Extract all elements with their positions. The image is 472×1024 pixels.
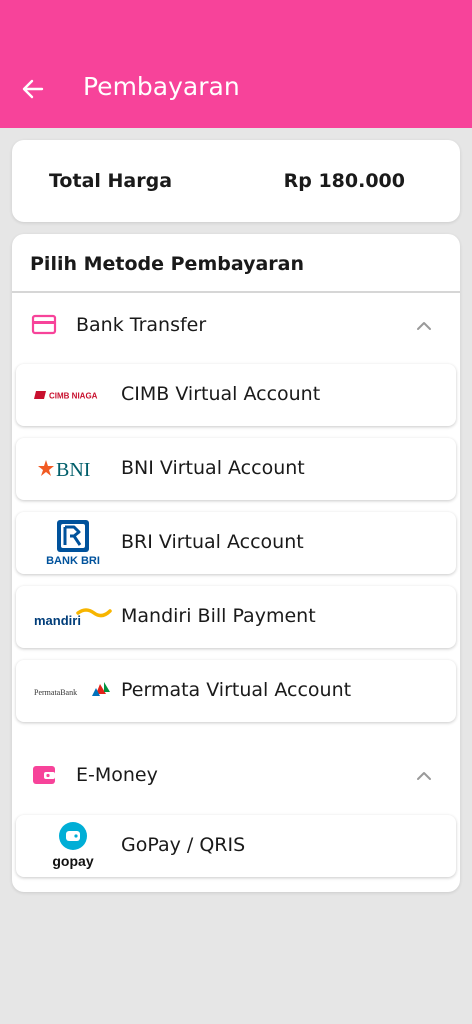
payment-method-card: Pilih Metode Pembayaran Bank Transfer CI… [12, 234, 460, 892]
section-header-bank-transfer[interactable]: Bank Transfer [12, 304, 460, 348]
payment-option-label: Permata Virtual Account [121, 679, 352, 701]
wallet-icon [33, 766, 55, 784]
payment-option-label: BRI Virtual Account [121, 531, 304, 553]
svg-text:mandiri: mandiri [34, 613, 81, 628]
svg-text:BANK BRI: BANK BRI [46, 555, 100, 567]
payment-option-label: Mandiri Bill Payment [121, 605, 316, 627]
gopay-logo: gopay [34, 821, 112, 871]
total-price-label: Total Harga [49, 170, 173, 192]
section-label-e-money: E-Money [76, 764, 158, 786]
payment-option-label: CIMB Virtual Account [121, 383, 321, 405]
bni-logo: BNI [34, 444, 112, 494]
section-label-bank-transfer: Bank Transfer [76, 314, 207, 336]
payment-option-cimb[interactable]: CIMB NIAGA CIMB Virtual Account [16, 364, 456, 426]
payment-option-gopay[interactable]: gopay GoPay / QRIS [16, 815, 456, 877]
app-bar: Pembayaran [0, 0, 472, 128]
section-header-e-money[interactable]: E-Money [12, 754, 460, 798]
bank-bri-logo: BANK BRI [34, 518, 112, 568]
payment-option-label: GoPay / QRIS [121, 834, 246, 856]
payment-option-permata[interactable]: PermataBank Permata Virtual Account [16, 660, 456, 722]
payment-method-title: Pilih Metode Pembayaran [30, 253, 305, 275]
svg-text:CIMB NIAGA: CIMB NIAGA [49, 392, 98, 401]
divider [12, 291, 460, 293]
payment-option-bri[interactable]: BANK BRI BRI Virtual Account [16, 512, 456, 574]
svg-text:gopay: gopay [52, 853, 93, 869]
svg-text:BNI: BNI [56, 459, 90, 481]
page-title: Pembayaran [83, 72, 240, 101]
total-price-card: Total Harga Rp 180.000 [12, 140, 460, 222]
credit-card-icon [31, 314, 57, 335]
back-button[interactable] [18, 74, 48, 104]
payment-option-bni[interactable]: BNI BNI Virtual Account [16, 438, 456, 500]
cimb-niaga-logo: CIMB NIAGA [34, 370, 112, 420]
payment-option-label: BNI Virtual Account [121, 457, 305, 479]
payment-option-mandiri[interactable]: mandiri Mandiri Bill Payment [16, 586, 456, 648]
arrow-left-icon [22, 79, 44, 99]
permata-bank-logo: PermataBank [34, 666, 112, 716]
svg-text:PermataBank: PermataBank [34, 688, 77, 697]
mandiri-logo: mandiri [34, 592, 112, 642]
total-price-value: Rp 180.000 [283, 170, 405, 192]
chevron-up-icon [417, 322, 431, 330]
chevron-up-icon [417, 772, 431, 780]
